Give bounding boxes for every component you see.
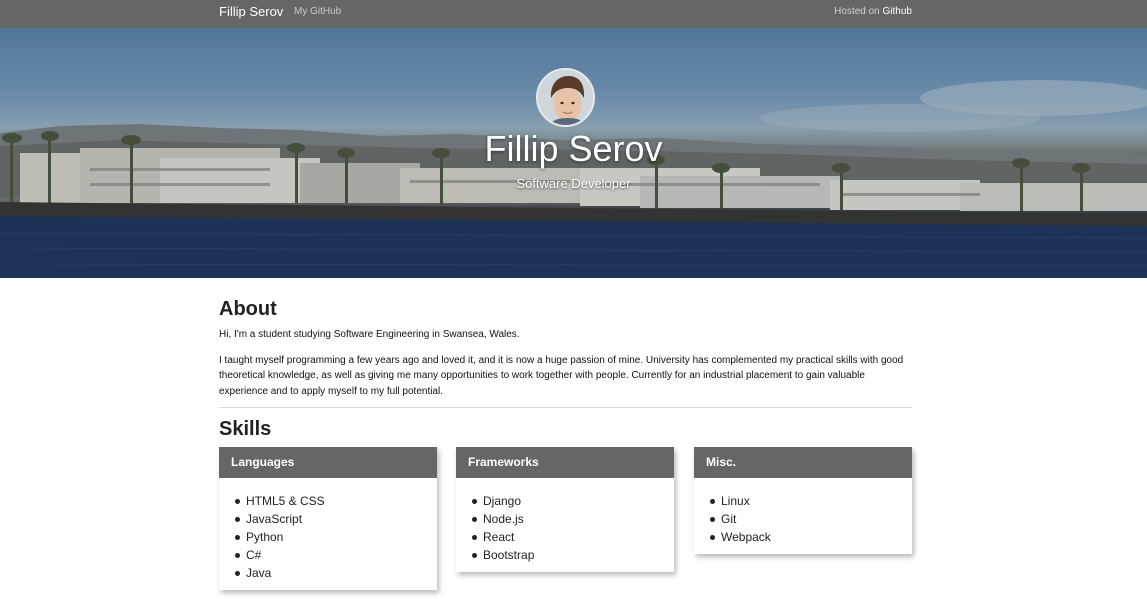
skills-card-frameworks: Frameworks Django Node.js React Bootstra…: [456, 447, 674, 572]
list-item: Linux: [709, 492, 912, 510]
hero-banner: Fillip Serov Software Developer: [0, 28, 1147, 278]
list-item: Java: [234, 564, 437, 582]
list-item: Git: [709, 510, 912, 528]
hero-role: Software Developer: [516, 176, 631, 191]
list-item: HTML5 & CSS: [234, 492, 437, 510]
hero-name: Fillip Serov: [484, 128, 663, 169]
hosted-prefix: Hosted on: [834, 6, 880, 17]
list-item: Bootstrap: [471, 546, 674, 564]
my-github-link[interactable]: My GitHub: [294, 6, 341, 17]
card-title: Frameworks: [456, 447, 674, 478]
about-intro: Hi, I'm a student studying Software Engi…: [219, 329, 520, 340]
navbar: Fillip Serov My GitHub Hosted on Github: [0, 0, 1147, 28]
about-paragraph: I taught myself programming a few years …: [219, 355, 904, 397]
section-divider: [219, 407, 912, 408]
card-title: Languages: [219, 447, 437, 478]
skills-card-languages: Languages HTML5 & CSS JavaScript Python …: [219, 447, 437, 590]
skills-card-misc: Misc. Linux Git Webpack: [694, 447, 912, 554]
skills-list: Django Node.js React Bootstrap: [456, 478, 674, 572]
brand-link[interactable]: Fillip Serov: [219, 4, 283, 19]
list-item: Node.js: [471, 510, 674, 528]
list-item: React: [471, 528, 674, 546]
avatar: [536, 68, 595, 127]
list-item: Python: [234, 528, 437, 546]
list-item: C#: [234, 546, 437, 564]
skills-list: HTML5 & CSS JavaScript Python C# Java: [219, 478, 437, 590]
skills-list: Linux Git Webpack: [694, 478, 912, 554]
list-item: JavaScript: [234, 510, 437, 528]
hosted-on-text: Hosted on Github: [834, 6, 912, 17]
profile-photo: [538, 70, 593, 125]
about-heading: About: [219, 298, 277, 320]
card-title: Misc.: [694, 447, 912, 478]
github-link[interactable]: Github: [883, 6, 912, 17]
list-item: Django: [471, 492, 674, 510]
skills-heading: Skills: [219, 418, 272, 440]
list-item: Webpack: [709, 528, 912, 546]
